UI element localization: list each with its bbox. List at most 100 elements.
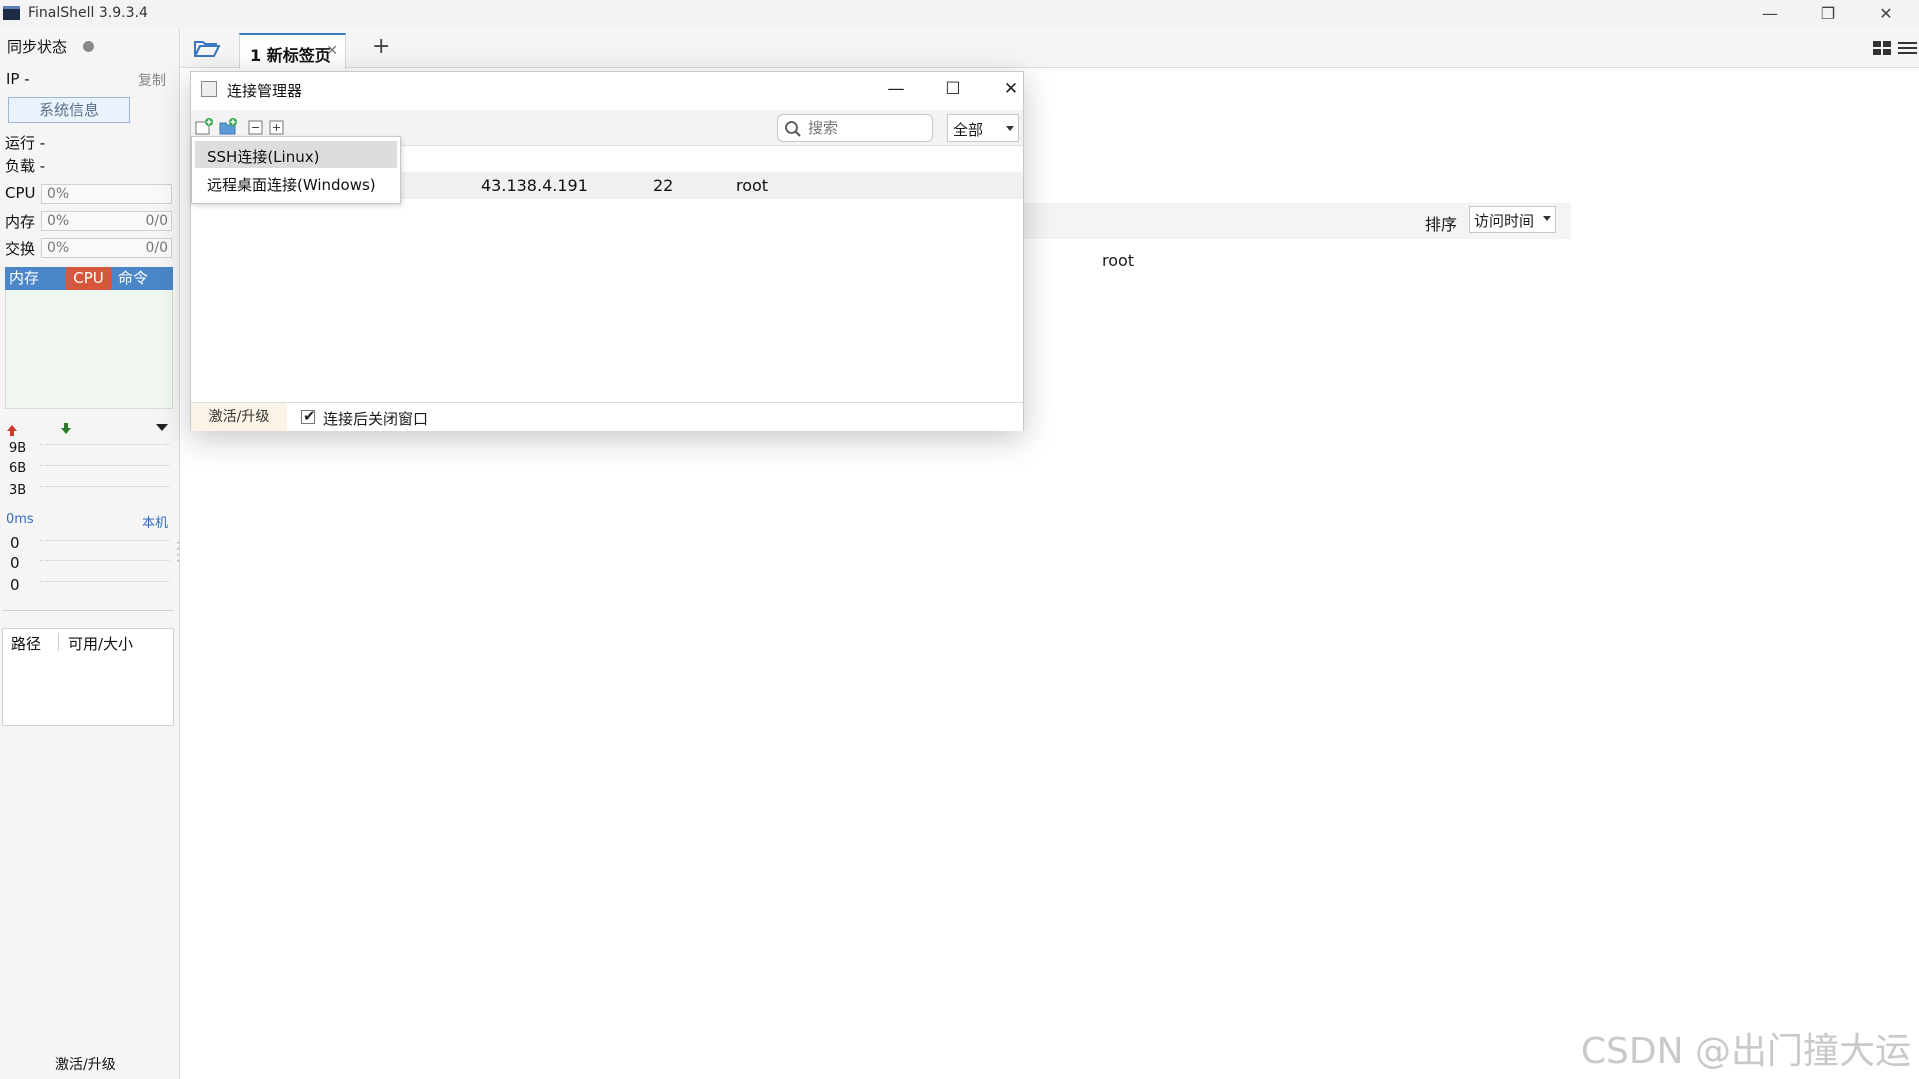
ip-label: IP - [6,70,30,88]
ping-value: 0 [10,554,20,572]
tab-monitor-cpu[interactable]: CPU [66,267,111,290]
close-icon: ✕ [1003,79,1019,99]
tab-close-icon[interactable]: ✕ [326,43,338,59]
collapse-all-icon[interactable] [247,118,265,136]
tab-monitor-memory[interactable]: 内存 [5,267,65,290]
upload-arrow-icon [7,425,17,436]
minimize-icon: — [1762,4,1778,23]
net-scale-label: 9B [9,441,27,456]
ping-grid-line [40,540,170,541]
close-after-connect-checkbox[interactable]: ✔ [301,407,316,425]
net-grid-line [40,465,170,466]
menu-item-ssh[interactable]: SSH连接(Linux) [195,141,397,168]
tab-label: 1 新标签页 [250,46,331,65]
connection-user: root [736,176,769,195]
watermark: CSDN @出门撞大运 [1580,1031,1911,1072]
monitor-graph [5,290,173,409]
net-grid-line [40,444,170,445]
dialog-upgrade-button[interactable]: 激活/升级 [191,403,287,431]
tab-bar: 1 新标签页 ✕ + [181,28,1919,69]
disk-table: 路径 可用/大小 [2,628,174,726]
new-connection-icon[interactable] [195,118,213,136]
ping-target-label[interactable]: 本机 [142,512,168,531]
swap-percent: 0% [47,240,70,256]
title-bar: FinalShell 3.9.3.4 — ❐ ✕ [0,0,1919,28]
dialog-close-button[interactable]: ✕ [991,74,1031,104]
cpu-label: CPU [5,184,36,202]
search-box[interactable] [777,114,933,142]
chevron-down-icon [1006,126,1014,131]
window-title: FinalShell 3.9.3.4 [28,5,148,21]
swap-label: 交换 [5,240,36,258]
uptime-label: 运行 - [5,134,46,152]
connection-port: 22 [653,176,674,195]
close-icon: ✕ [1879,4,1893,23]
close-after-connect-label[interactable]: 连接后关闭窗口 [323,408,428,429]
ping-grid-line [40,581,170,582]
divider [2,610,174,611]
dialog-footer: 激活/升级 ✔ 连接后关闭窗口 [191,402,1023,431]
ping-grid-line [40,560,170,561]
sort-select-value: 访问时间 [1474,212,1535,230]
network-interface-dropdown-icon[interactable] [156,424,168,431]
list-view-icon[interactable] [1898,42,1917,54]
checkmark-icon: ✔ [303,407,316,425]
load-label: 负载 - [5,157,46,175]
java-app-icon [201,81,217,97]
download-arrow-icon [61,423,71,434]
connection-host: 43.138.4.191 [481,176,588,195]
background-row-user[interactable]: root [1102,251,1134,270]
swap-value: 0/0 [145,240,168,256]
close-window-button[interactable]: ✕ [1857,0,1915,28]
left-status-panel: 同步状态 IP - 复制 系统信息 运行 - 负载 - CPU 0% 内存 0%… [0,28,180,1079]
search-input[interactable] [808,118,926,138]
ping-latency: 0ms [6,512,34,527]
ping-value: 0 [10,576,20,594]
memory-meter: 0% 0/0 [41,211,172,231]
dialog-title: 连接管理器 [227,82,303,100]
sync-status-dot-icon [83,41,94,52]
memory-percent: 0% [47,213,70,229]
filter-select[interactable]: 全部 [947,114,1019,142]
sort-label: 排序 [1425,215,1458,234]
dialog-minimize-button[interactable]: — [876,74,916,104]
net-scale-label: 3B [9,483,27,498]
restore-button[interactable]: ❐ [1799,0,1857,28]
sync-status-label: 同步状态 [7,38,68,56]
column-divider [58,633,59,651]
tab-monitor-commands[interactable]: 命令 [113,267,153,290]
memory-label: 内存 [5,213,36,231]
swap-meter: 0% 0/0 [41,238,172,258]
new-folder-icon[interactable] [219,118,237,136]
resize-grip-icon[interactable]: · · · · [176,537,180,567]
upgrade-link[interactable]: 激活/升级 [55,1054,116,1074]
search-icon [785,121,801,137]
new-connection-menu: SSH连接(Linux) 远程桌面连接(Windows) [191,136,401,204]
net-grid-line [40,486,170,487]
minimize-icon: — [887,79,905,99]
copy-ip-button[interactable]: 复制 [138,70,166,90]
filter-select-value: 全部 [953,121,984,139]
app-logo-icon [3,6,20,20]
folder-open-icon[interactable] [194,39,220,57]
add-tab-button[interactable]: + [372,34,390,59]
disk-header-size: 可用/大小 [68,635,134,653]
cpu-percent: 0% [47,186,70,202]
expand-all-icon[interactable] [268,118,286,136]
minimize-button[interactable]: — [1741,0,1799,28]
sort-bar: 排序 访问时间 [1020,203,1571,239]
chevron-down-icon [1543,216,1551,221]
tab-new-tab[interactable]: 1 新标签页 ✕ [239,33,346,69]
monitor-tabs: 内存 CPU 命令 [5,267,173,290]
restore-icon: ❐ [1820,4,1836,23]
system-info-button[interactable]: 系统信息 [8,97,130,123]
ping-value: 0 [10,534,20,552]
disk-header-path: 路径 [11,635,42,653]
menu-item-rdp[interactable]: 远程桌面连接(Windows) [195,169,397,196]
cpu-meter: 0% [41,184,172,204]
sort-select[interactable]: 访问时间 [1469,206,1556,233]
layout-toggle-icons [1873,41,1917,55]
dialog-maximize-button[interactable]: ☐ [933,74,973,104]
grid-view-icon[interactable] [1873,41,1891,55]
memory-value: 0/0 [145,213,168,229]
